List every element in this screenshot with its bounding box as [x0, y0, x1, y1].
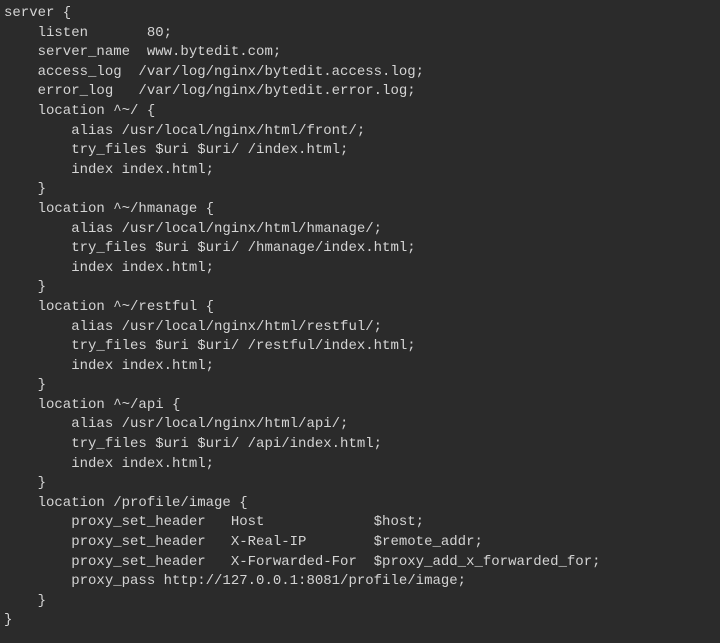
code-line: alias /usr/local/nginx/html/hmanage/; — [4, 220, 716, 240]
code-line: error_log /var/log/nginx/bytedit.error.l… — [4, 82, 716, 102]
code-line: index index.html; — [4, 357, 716, 377]
code-block: server { listen 80; server_name www.byte… — [4, 4, 716, 631]
code-line: alias /usr/local/nginx/html/restful/; — [4, 318, 716, 338]
code-line: proxy_set_header X-Forwarded-For $proxy_… — [4, 553, 716, 573]
code-line: proxy_pass http://127.0.0.1:8081/profile… — [4, 572, 716, 592]
code-line: proxy_set_header X-Real-IP $remote_addr; — [4, 533, 716, 553]
code-line: alias /usr/local/nginx/html/api/; — [4, 415, 716, 435]
code-line: } — [4, 180, 716, 200]
code-line: listen 80; — [4, 24, 716, 44]
code-line: access_log /var/log/nginx/bytedit.access… — [4, 63, 716, 83]
code-line: server { — [4, 4, 716, 24]
code-line: try_files $uri $uri/ /restful/index.html… — [4, 337, 716, 357]
code-line: alias /usr/local/nginx/html/front/; — [4, 122, 716, 142]
code-line: location ^~/ { — [4, 102, 716, 122]
code-line: server_name www.bytedit.com; — [4, 43, 716, 63]
code-line: } — [4, 278, 716, 298]
code-line: location ^~/restful { — [4, 298, 716, 318]
code-line: location ^~/hmanage { — [4, 200, 716, 220]
code-line: try_files $uri $uri/ /hmanage/index.html… — [4, 239, 716, 259]
code-line: } — [4, 376, 716, 396]
code-line: location /profile/image { — [4, 494, 716, 514]
code-line: try_files $uri $uri/ /index.html; — [4, 141, 716, 161]
code-line: index index.html; — [4, 259, 716, 279]
code-line: try_files $uri $uri/ /api/index.html; — [4, 435, 716, 455]
code-line: location ^~/api { — [4, 396, 716, 416]
code-line: } — [4, 474, 716, 494]
code-line: index index.html; — [4, 161, 716, 181]
code-line: proxy_set_header Host $host; — [4, 513, 716, 533]
code-line: } — [4, 592, 716, 612]
code-line: index index.html; — [4, 455, 716, 475]
code-line: } — [4, 611, 716, 631]
